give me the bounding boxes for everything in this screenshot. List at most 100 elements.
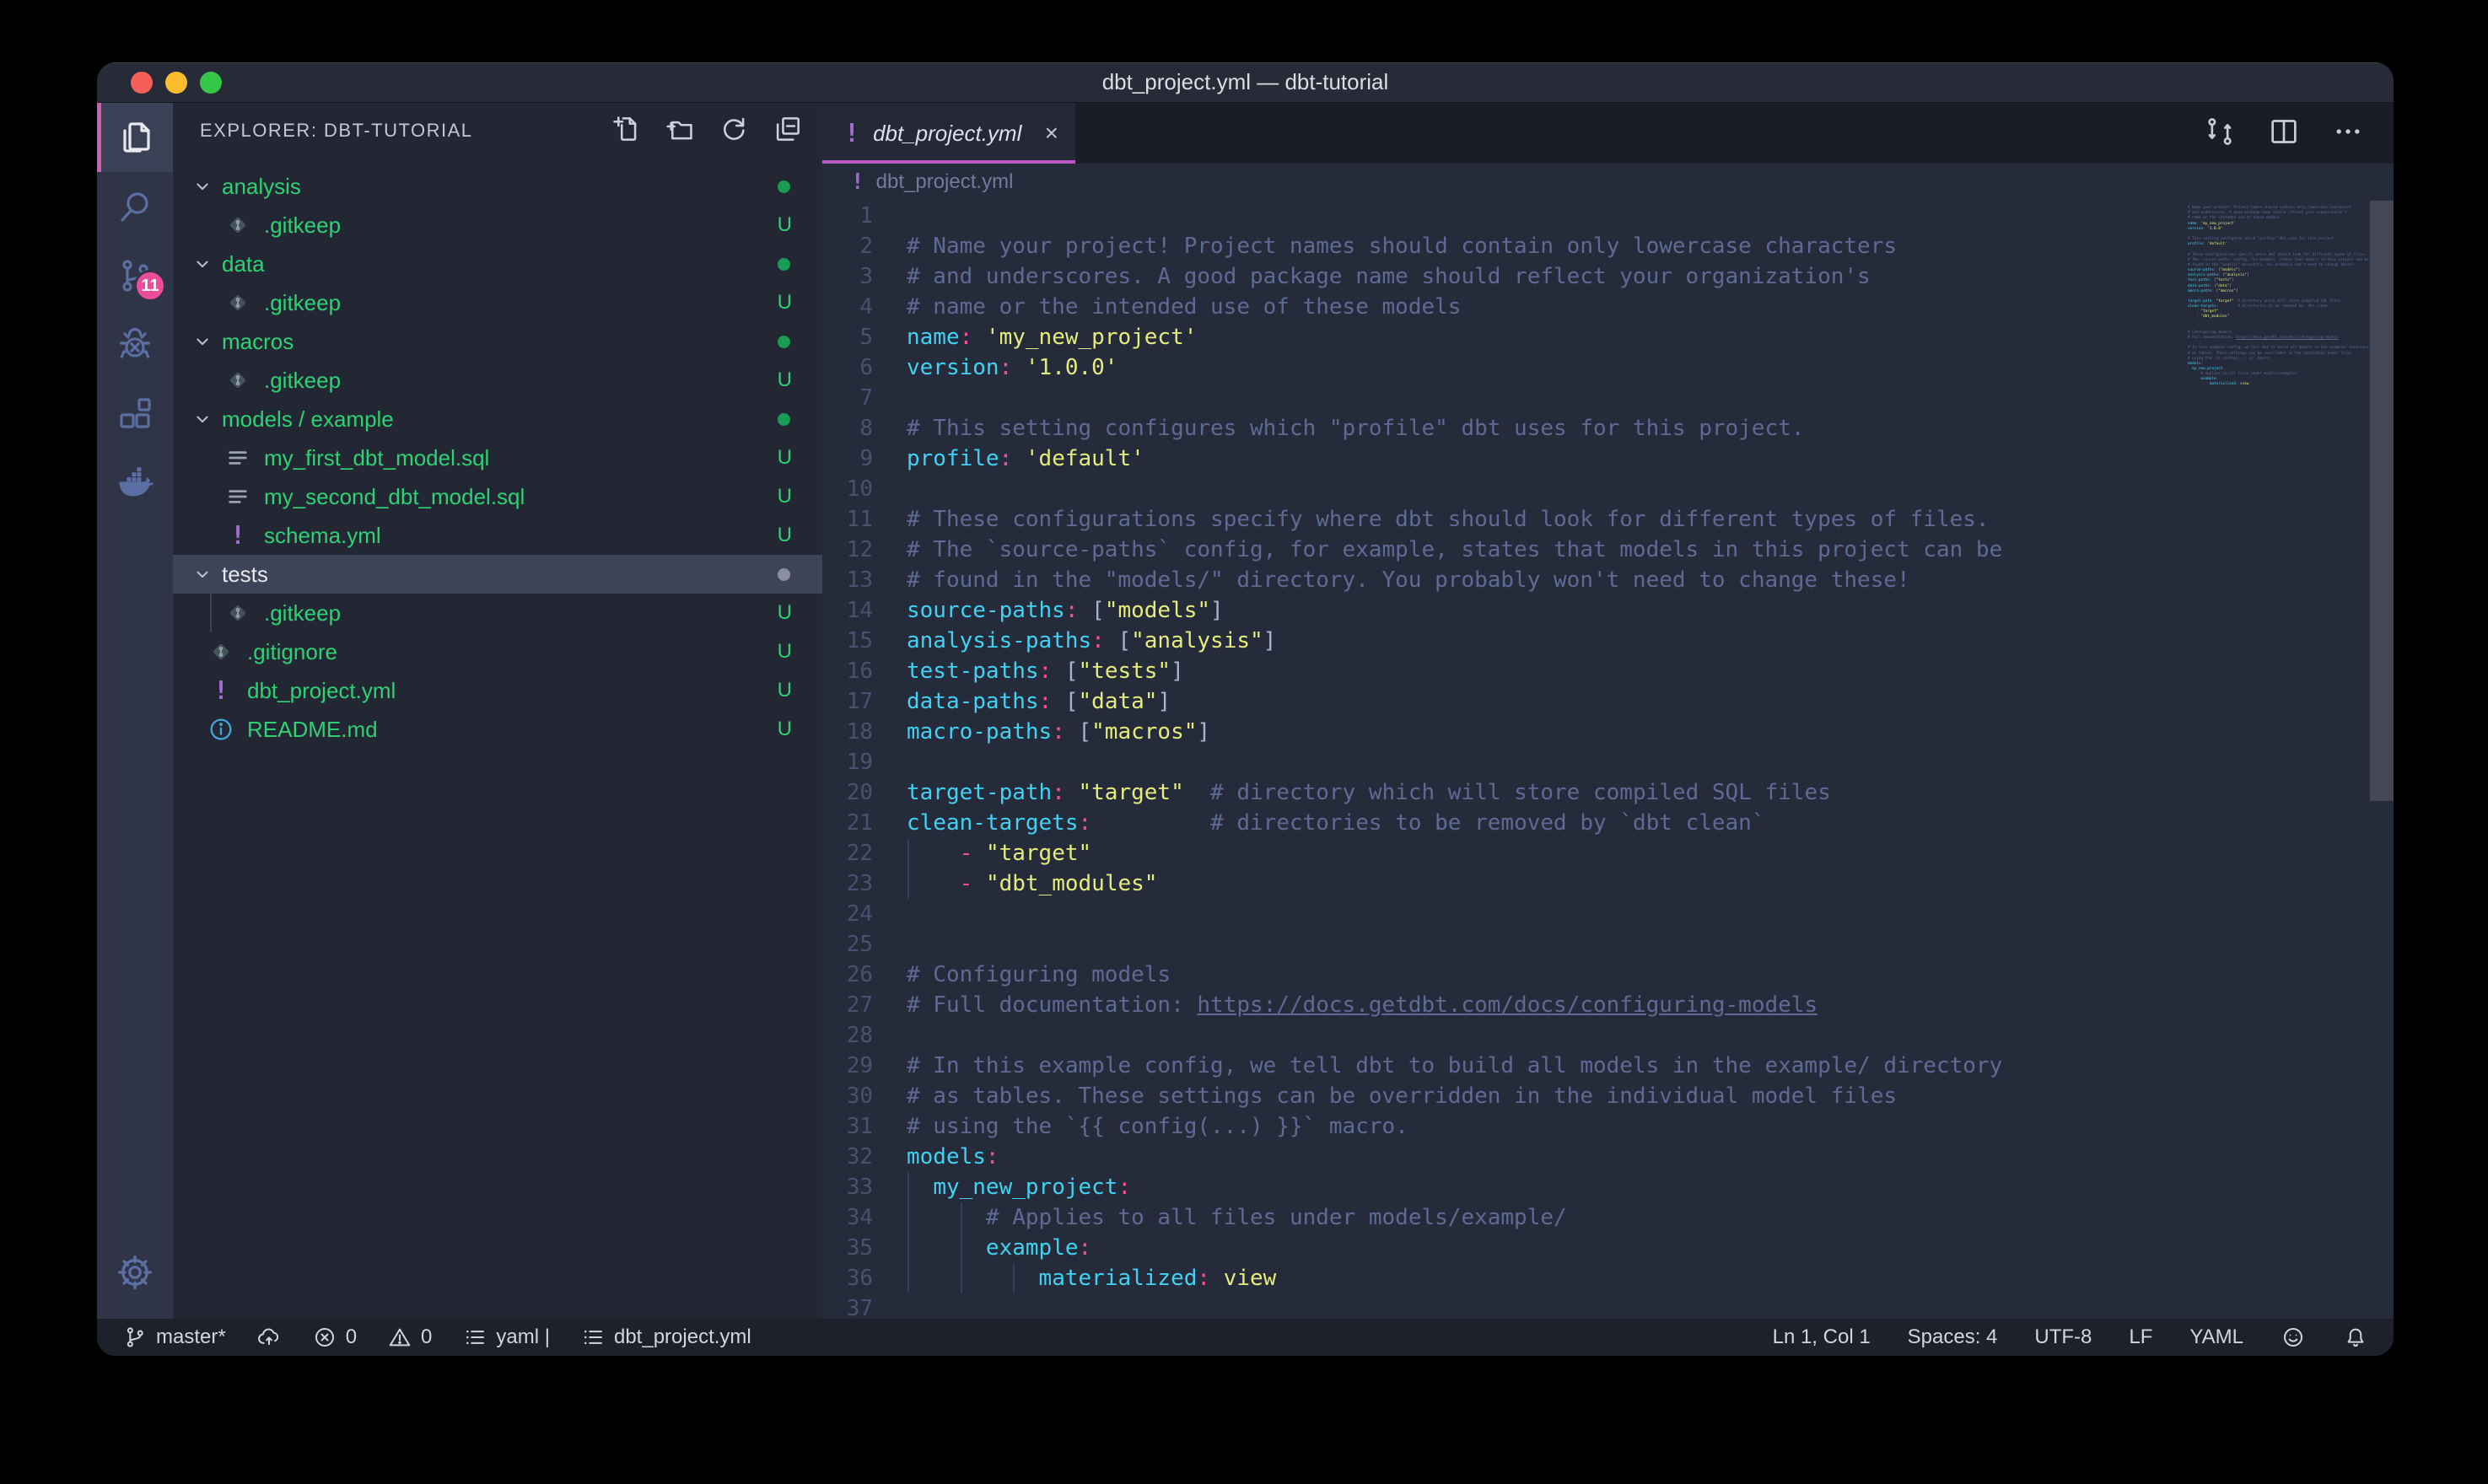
code-line-28[interactable]: 28	[822, 1020, 2394, 1051]
status-spaces-4[interactable]: Spaces: 4	[1908, 1325, 1998, 1349]
code-line-1[interactable]: 1	[822, 201, 2394, 231]
code-line-27[interactable]: 27# Full documentation: https://docs.get…	[822, 990, 2394, 1020]
code-line-13[interactable]: 13# found in the "models/" directory. Yo…	[822, 565, 2394, 595]
status-bell[interactable]	[2343, 1325, 2368, 1350]
status-label: master*	[156, 1325, 226, 1349]
tree-folder-analysis[interactable]: analysis	[173, 167, 822, 206]
activity-item-files[interactable]	[97, 103, 173, 172]
code-line-34[interactable]: 34 # Applies to all files under models/e…	[822, 1202, 2394, 1233]
tree-file--gitkeep[interactable]: .gitkeepU	[173, 206, 822, 245]
tree-folder-models-example[interactable]: models / example	[173, 400, 822, 438]
code-line-25[interactable]: 25	[822, 929, 2394, 960]
code-line-8[interactable]: 8# This setting configures which "profil…	[822, 413, 2394, 444]
status-branch[interactable]: master*	[122, 1325, 226, 1350]
status-smiley[interactable]	[2281, 1325, 2306, 1350]
chevron-down-icon	[190, 174, 215, 199]
code-line-32[interactable]: 32models:	[822, 1142, 2394, 1172]
close-tab-icon[interactable]: ×	[1045, 120, 1058, 147]
git-icon	[223, 211, 252, 239]
breadcrumb[interactable]: ! dbt_project.yml	[822, 164, 2394, 201]
status-warning[interactable]: 0	[387, 1325, 432, 1350]
status-ln-1-col-1[interactable]: Ln 1, Col 1	[1773, 1325, 1871, 1349]
yaml-file-icon: !	[844, 119, 859, 148]
activity-item-docker[interactable]	[97, 449, 173, 518]
zoom-window-button[interactable]	[200, 72, 222, 94]
tree-item-label: .gitkeep	[264, 600, 778, 626]
code-line-12[interactable]: 12# The `source-paths` config, for examp…	[822, 535, 2394, 565]
split-button[interactable]	[2267, 115, 2301, 153]
debug-icon	[115, 325, 155, 365]
code-line-24[interactable]: 24	[822, 899, 2394, 929]
new-file-button[interactable]	[610, 113, 642, 149]
status-utf-8[interactable]: UTF-8	[2034, 1325, 2092, 1349]
code-line-9[interactable]: 9profile: 'default'	[822, 444, 2394, 474]
minimize-window-button[interactable]	[165, 72, 187, 94]
tree-folder-macros[interactable]: macros	[173, 322, 822, 361]
tree-file-my-second-dbt-model-sql[interactable]: my_second_dbt_model.sqlU	[173, 477, 822, 516]
tree-file-schema-yml[interactable]: !schema.ymlU	[173, 516, 822, 555]
line-number: 4	[822, 292, 907, 322]
code-line-15[interactable]: 15analysis-paths: ["analysis"]	[822, 626, 2394, 656]
activity-item-search[interactable]	[97, 172, 173, 241]
status-list[interactable]: dbt_project.yml	[580, 1325, 751, 1350]
code-line-5[interactable]: 5name: 'my_new_project'	[822, 322, 2394, 352]
more-button[interactable]	[2331, 115, 2365, 153]
tree-file--gitkeep[interactable]: .gitkeepU	[173, 594, 822, 632]
code-line-18[interactable]: 18macro-paths: ["macros"]	[822, 717, 2394, 747]
code-line-33[interactable]: 33 my_new_project:	[822, 1172, 2394, 1202]
status-list[interactable]: yaml |	[462, 1325, 550, 1350]
code-line-10[interactable]: 10	[822, 474, 2394, 504]
code-line-37[interactable]: 37	[822, 1293, 2394, 1319]
activity-item-extensions[interactable]	[97, 379, 173, 449]
settings-button[interactable]	[97, 1226, 173, 1319]
warning-icon	[387, 1325, 412, 1350]
code-line-21[interactable]: 21clean-targets: # directories to be rem…	[822, 808, 2394, 838]
status-yaml[interactable]: YAML	[2189, 1325, 2243, 1349]
code-line-20[interactable]: 20target-path: "target" # directory whic…	[822, 777, 2394, 808]
code-line-11[interactable]: 11# These configurations specify where d…	[822, 504, 2394, 535]
code-line-3[interactable]: 3# and underscores. A good package name …	[822, 261, 2394, 292]
close-window-button[interactable]	[131, 72, 153, 94]
code-line-22[interactable]: 22 - "target"	[822, 838, 2394, 868]
tree-file-dbt-project-yml[interactable]: !dbt_project.ymlU	[173, 671, 822, 710]
tree-file-readme-md[interactable]: README.mdU	[173, 710, 822, 749]
line-number: 24	[822, 899, 907, 929]
tab-dbt-project-yml[interactable]: ! dbt_project.yml ×	[822, 103, 1075, 164]
refresh-button[interactable]	[718, 113, 750, 149]
tree-file-my-first-dbt-model-sql[interactable]: my_first_dbt_model.sqlU	[173, 438, 822, 477]
code-line-26[interactable]: 26# Configuring models	[822, 960, 2394, 990]
files-icon	[115, 117, 155, 158]
code-line-29[interactable]: 29# In this example config, we tell dbt …	[822, 1051, 2394, 1081]
new-folder-button[interactable]	[664, 113, 696, 149]
code-line-30[interactable]: 30# as tables. These settings can be ove…	[822, 1081, 2394, 1111]
code-line-35[interactable]: 35 example:	[822, 1233, 2394, 1263]
activity-item-debug[interactable]	[97, 310, 173, 379]
git-untracked-badge: U	[778, 679, 792, 702]
code-line-17[interactable]: 17data-paths: ["data"]	[822, 686, 2394, 717]
code-line-7[interactable]: 7	[822, 383, 2394, 413]
tree-folder-data[interactable]: data	[173, 245, 822, 283]
code-line-16[interactable]: 16test-paths: ["tests"]	[822, 656, 2394, 686]
tree-item-label: README.md	[247, 717, 778, 743]
code-line-2[interactable]: 2# Name your project! Project names shou…	[822, 231, 2394, 261]
code-line-6[interactable]: 6version: '1.0.0'	[822, 352, 2394, 383]
chevron-down-icon	[190, 406, 215, 432]
code-line-36[interactable]: 36 materialized: view	[822, 1263, 2394, 1293]
compare-button[interactable]	[2203, 115, 2237, 153]
code-line-4[interactable]: 4# name or the intended use of these mod…	[822, 292, 2394, 322]
collapse-all-button[interactable]	[772, 113, 804, 149]
code-line-31[interactable]: 31# using the `{{ config(...) }}` macro.	[822, 1111, 2394, 1142]
code-editor[interactable]: 12# Name your project! Project names sho…	[822, 201, 2394, 1319]
status-cloud-upload[interactable]	[256, 1325, 282, 1350]
tree-file--gitkeep[interactable]: .gitkeepU	[173, 283, 822, 322]
status-error[interactable]: 0	[312, 1325, 357, 1350]
tree-folder-tests[interactable]: tests	[173, 555, 822, 594]
code-line-19[interactable]: 19	[822, 747, 2394, 777]
code-line-14[interactable]: 14source-paths: ["models"]	[822, 595, 2394, 626]
status-lf[interactable]: LF	[2129, 1325, 2152, 1349]
editor-scrollbar[interactable]	[2370, 201, 2394, 801]
activity-item-source-control[interactable]: 11	[97, 241, 173, 310]
code-line-23[interactable]: 23 - "dbt_modules"	[822, 868, 2394, 899]
tree-file--gitkeep[interactable]: .gitkeepU	[173, 361, 822, 400]
tree-file--gitignore[interactable]: .gitignoreU	[173, 632, 822, 671]
